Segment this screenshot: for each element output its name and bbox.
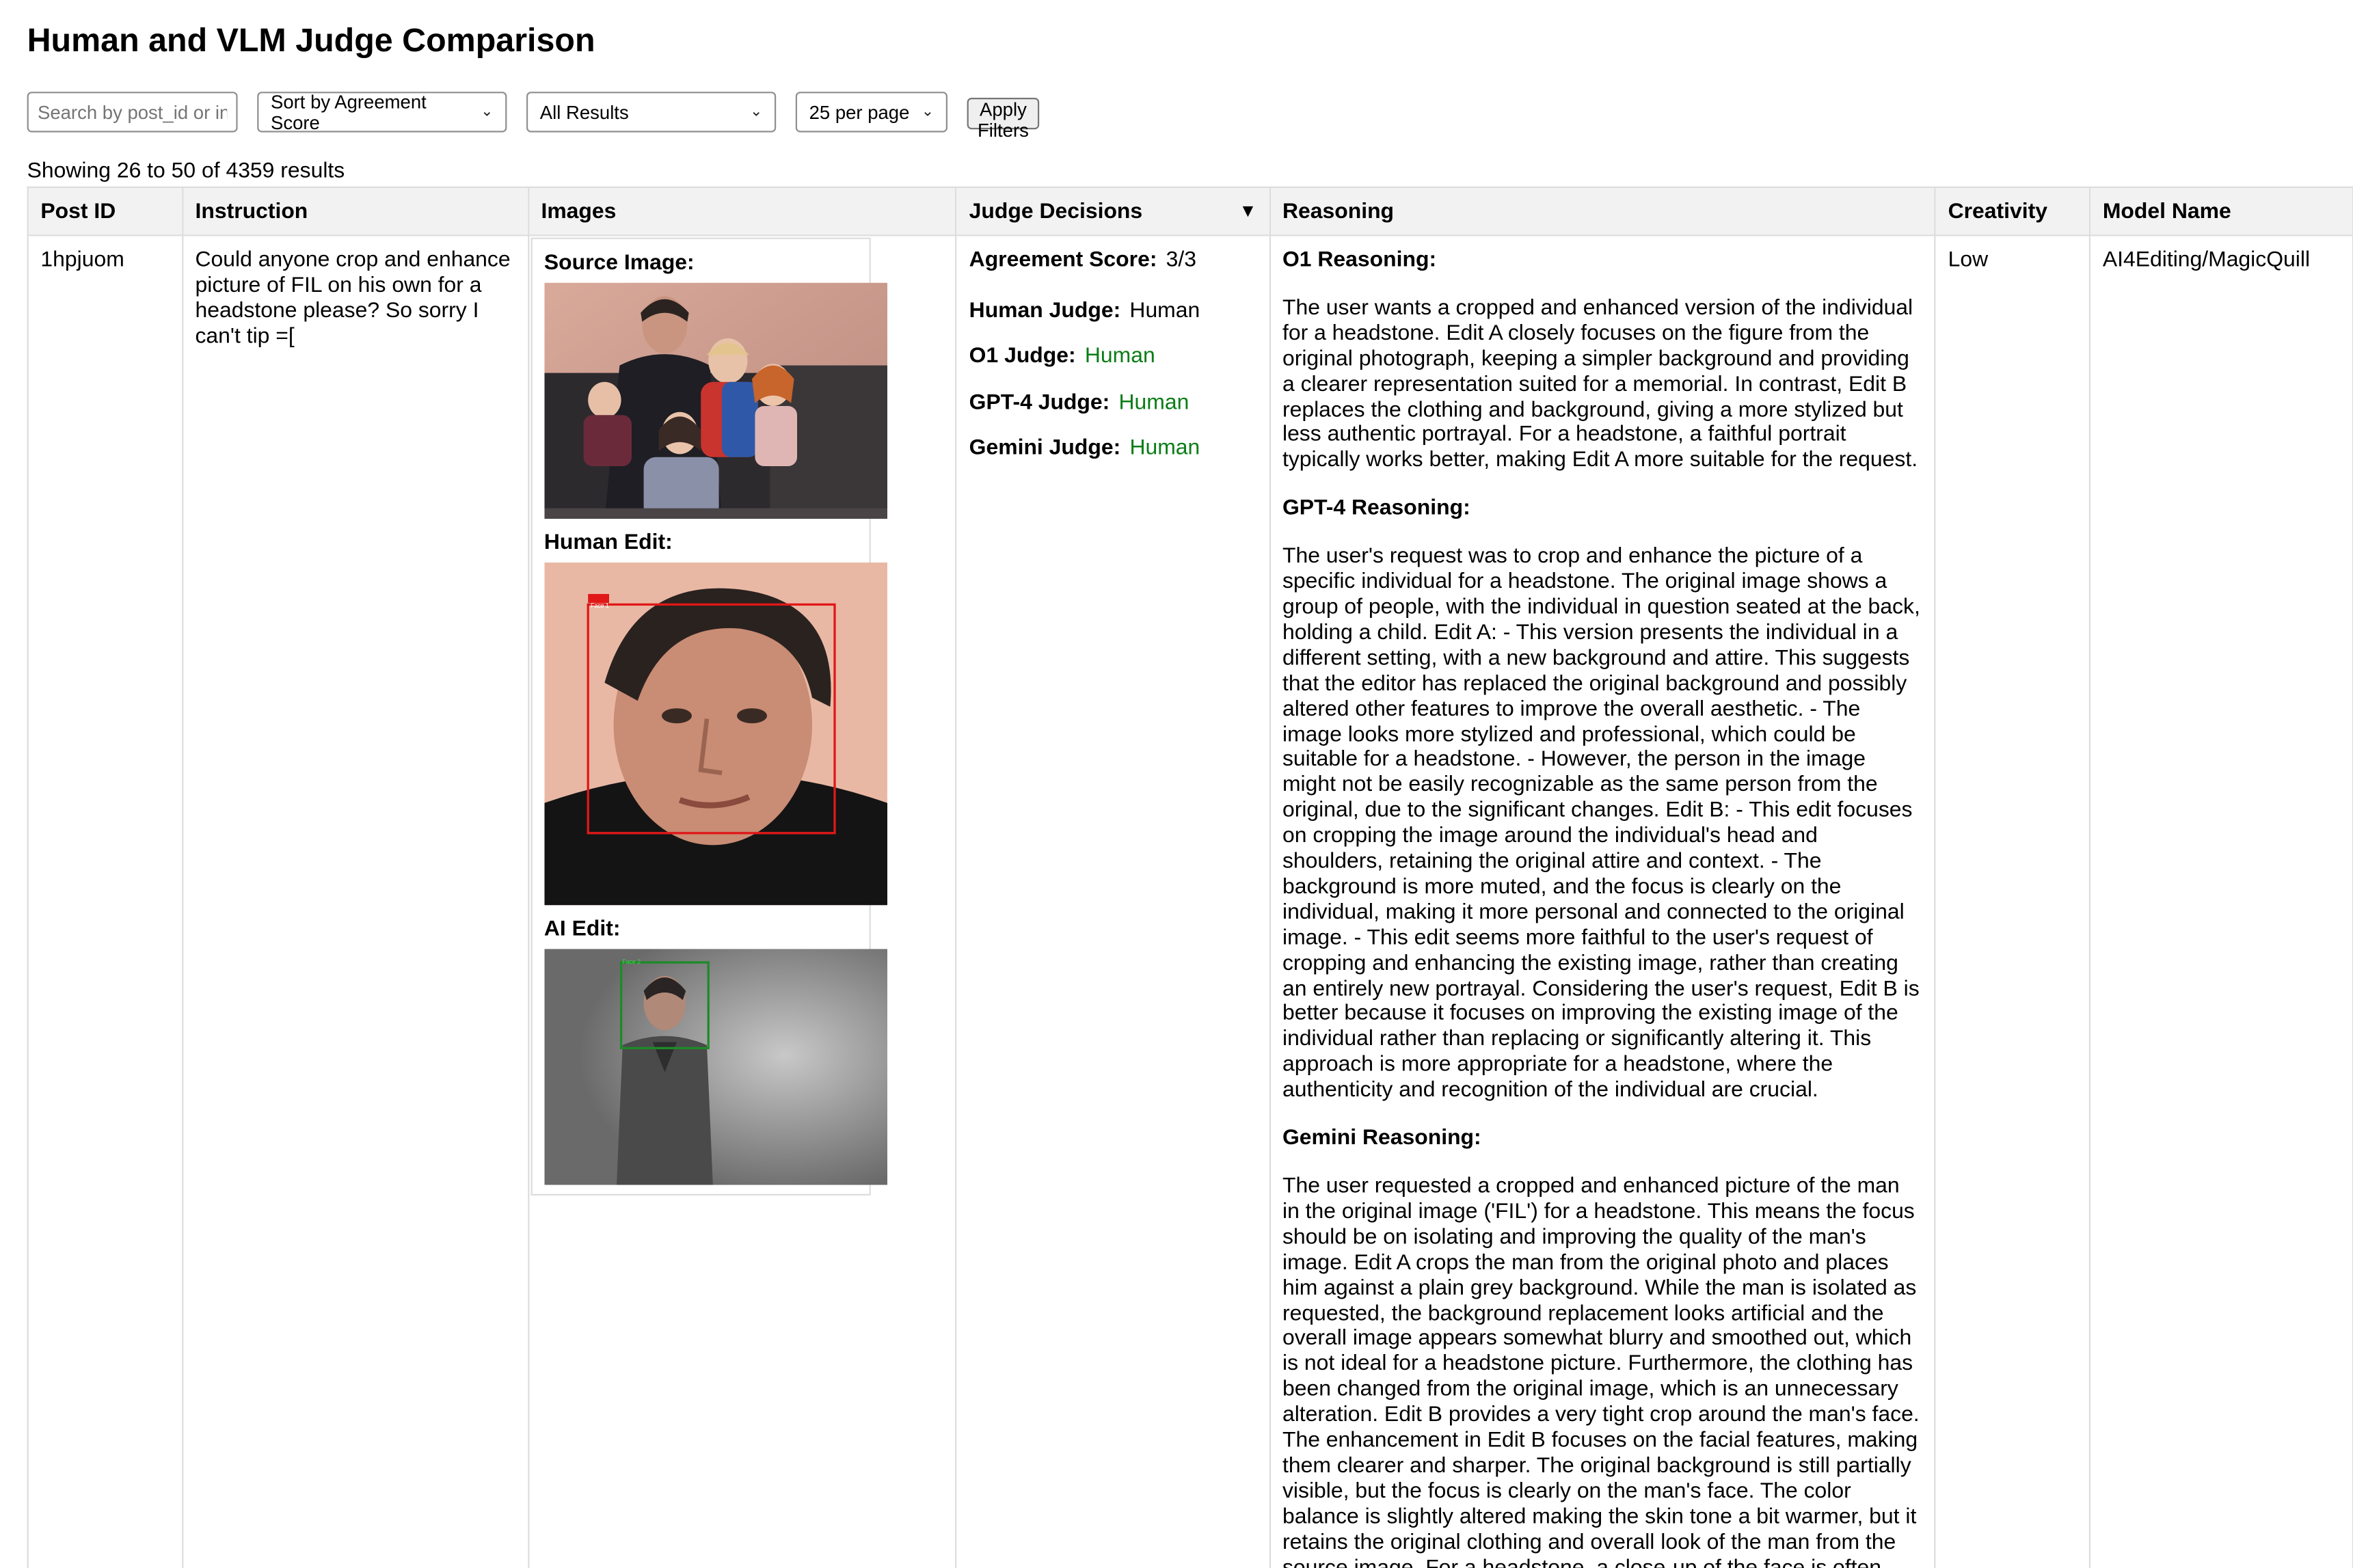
per-page-value: 25 per page: [809, 101, 910, 123]
sort-select-value: Sort by Agreement Score: [271, 91, 427, 133]
o1-judge-value: Human: [1084, 344, 1155, 369]
human-judge-value: Human: [1129, 299, 1200, 323]
images-cell: Source Image: Human Edit: Face 1 AI Edit…: [527, 234, 958, 1568]
gemini-reasoning-text: The user requested a cropped and enhance…: [1282, 1174, 1920, 1568]
gemini-judge: Gemini Judge: Human: [969, 436, 1257, 461]
human-judge-label: Human Judge:: [969, 299, 1121, 323]
sort-select[interactable]: Sort by Agreement Score ⌄: [257, 91, 507, 133]
chevron-down-icon: ⌄: [749, 103, 763, 120]
human-edit-image: Face 1: [543, 562, 887, 905]
chevron-down-icon: ⌄: [921, 103, 935, 120]
o1-judge: O1 Judge: Human: [969, 344, 1257, 370]
page: Human and VLM Judge Comparison Sort by A…: [0, 0, 2353, 1568]
post-id-cell: 1hpjuom: [27, 234, 183, 1568]
agreement-score-value: 3/3: [1166, 248, 1197, 273]
agreement-score: Agreement Score: 3/3: [969, 248, 1257, 273]
gpt4-judge: GPT-4 Judge: Human: [969, 390, 1257, 416]
gpt4-judge-value: Human: [1118, 390, 1189, 415]
o1-reasoning-text: The user wants a cropped and enhanced ve…: [1282, 296, 1918, 473]
page-title: Human and VLM Judge Comparison: [27, 21, 595, 59]
creativity-cell: Low: [1934, 234, 2091, 1568]
agreement-score-label: Agreement Score:: [969, 248, 1157, 273]
gemini-reasoning-heading: Gemini Reasoning:: [1282, 1126, 1481, 1151]
chevron-down-icon: ⌄: [481, 103, 494, 120]
ai-edit-image: Face 2: [543, 948, 887, 1185]
sort-desc-icon[interactable]: ▼: [1239, 200, 1256, 221]
results-summary: Showing 26 to 50 of 4359 results: [27, 159, 345, 184]
header-post-id[interactable]: Post ID: [27, 186, 183, 236]
images-panel: Source Image: Human Edit: Face 1 AI Edit…: [530, 237, 887, 1196]
per-page-select[interactable]: 25 per page ⌄: [795, 92, 947, 133]
apply-filters-button[interactable]: Apply Filters: [967, 98, 1040, 141]
human-judge: Human Judge: Human: [969, 299, 1257, 325]
instruction-cell: Could anyone crop and enhance picture of…: [181, 234, 529, 1568]
human-edit-label: Human Edit:: [543, 530, 673, 555]
header-instruction[interactable]: Instruction: [181, 186, 529, 236]
header-images[interactable]: Images: [527, 186, 958, 236]
gpt4-judge-label: GPT-4 Judge:: [969, 390, 1110, 415]
header-creativity[interactable]: Creativity: [1934, 186, 2091, 236]
header-reasoning[interactable]: Reasoning: [1269, 186, 1936, 236]
ai-edit-label: AI Edit:: [543, 917, 621, 941]
model-name-cell: AI4Editing/MagicQuill: [2089, 234, 2353, 1568]
judge-decisions-cell: Agreement Score: 3/3 Human Judge: Human O1…: [955, 234, 1271, 1568]
header-model-name[interactable]: Model Name: [2089, 186, 2353, 236]
reasoning-cell: O1 Reasoning: The user wants a cropped a…: [1269, 234, 1936, 1568]
table-header-row: Post ID Instruction Images Judge Decisio…: [27, 186, 2353, 236]
header-judge-decisions[interactable]: Judge Decisions ▼: [955, 186, 1271, 236]
face-tag-label: Face 1: [591, 601, 609, 609]
header-judge-decisions-label: Judge Decisions: [969, 199, 1143, 224]
table-row: 1hpjuom Could anyone crop and enhance pi…: [27, 234, 2353, 1568]
search-input[interactable]: [27, 92, 238, 133]
results-filter-value: All Results: [539, 101, 629, 123]
gemini-judge-value: Human: [1129, 436, 1200, 461]
comparison-table: Post ID Instruction Images Judge Decisio…: [27, 186, 2353, 1568]
gemini-judge-label: Gemini Judge:: [969, 436, 1121, 461]
gpt4-reasoning-text: The user's request was to crop and enhan…: [1282, 544, 1920, 1103]
o1-reasoning-heading: O1 Reasoning:: [1282, 248, 1437, 273]
o1-judge-label: O1 Judge:: [969, 344, 1076, 369]
results-filter-select[interactable]: All Results ⌄: [526, 92, 777, 133]
source-image-label: Source Image:: [543, 251, 695, 275]
source-image: [543, 282, 887, 519]
face-tag-label: Face 2: [622, 957, 641, 965]
gpt4-reasoning-heading: GPT-4 Reasoning:: [1282, 496, 1470, 521]
